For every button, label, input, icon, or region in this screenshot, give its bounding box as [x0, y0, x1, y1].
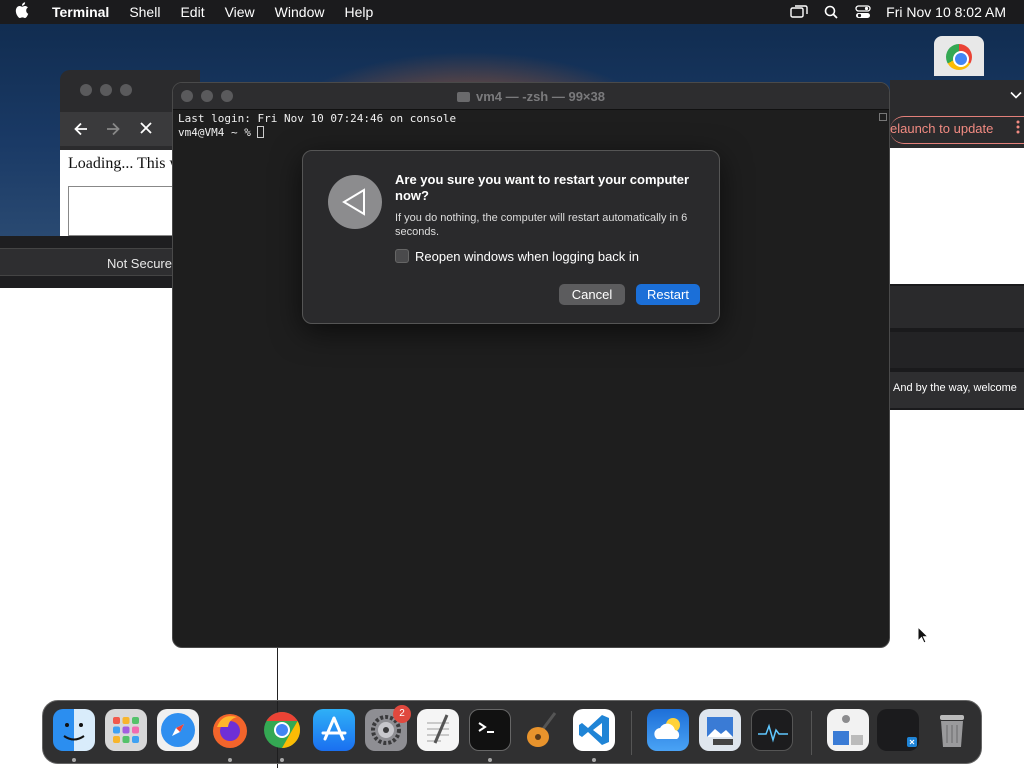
control-center-icon[interactable]: [854, 5, 872, 19]
relaunch-to-update-button[interactable]: elaunch to update: [890, 112, 1024, 148]
dialog-heading: Are you sure you want to restart your co…: [395, 172, 690, 203]
notification-badge: 2: [393, 705, 411, 723]
more-options-icon[interactable]: [1016, 120, 1020, 137]
apple-menu-icon[interactable]: [0, 2, 44, 22]
mouse-pointer-icon: [917, 625, 930, 649]
app-store-icon[interactable]: [313, 709, 355, 751]
safari-icon[interactable]: [157, 709, 199, 751]
preview-icon[interactable]: [699, 709, 741, 751]
restart-button[interactable]: Restart: [636, 284, 700, 305]
menu-window[interactable]: Window: [265, 0, 335, 24]
system-settings-icon[interactable]: 2: [365, 705, 411, 751]
chrome-icon[interactable]: [261, 709, 303, 751]
menu-clock[interactable]: Fri Nov 10 8:02 AM: [886, 4, 1006, 20]
dialog-message: If you do nothing, the computer will res…: [395, 212, 688, 238]
loading-text: Loading... This w: [68, 155, 182, 172]
menu-app-name[interactable]: Terminal: [44, 0, 119, 24]
screen-mirroring-icon[interactable]: [790, 5, 808, 19]
browser-traffic-lights: [80, 84, 132, 96]
menu-help[interactable]: Help: [334, 0, 383, 24]
restart-arrow-icon: [328, 175, 382, 229]
garageband-icon[interactable]: [521, 709, 563, 751]
launchpad-icon[interactable]: [105, 709, 147, 751]
restart-dialog: Are you sure you want to restart your co…: [302, 150, 720, 324]
folder-icon: [457, 92, 470, 102]
welcome-text: And by the way, welcome: [893, 382, 1017, 394]
tab-search-chevron-icon[interactable]: [1010, 86, 1022, 102]
recent-window-icon[interactable]: [877, 709, 919, 751]
menu-view[interactable]: View: [215, 0, 265, 24]
menu-shell[interactable]: Shell: [119, 0, 170, 24]
firefox-icon[interactable]: [209, 709, 251, 751]
stop-loading-icon[interactable]: [138, 120, 154, 141]
chrome-window-icon: [934, 36, 984, 76]
terminal-icon[interactable]: [469, 709, 511, 751]
terminal-prompt[interactable]: vm4@VM4 ~ %: [178, 126, 265, 139]
scroll-indicator[interactable]: [879, 113, 887, 121]
relaunch-label: elaunch to update: [890, 121, 994, 136]
activity-monitor-icon[interactable]: [751, 709, 793, 751]
forward-arrow-icon[interactable]: [104, 120, 122, 143]
address-bar-row: Not Secure: [0, 236, 172, 288]
terminal-titlebar[interactable]: vm4 — -zsh — 99×38: [173, 83, 889, 110]
weather-icon[interactable]: [647, 709, 689, 751]
text-cursor: [257, 126, 265, 138]
chrome-tab-strip: [890, 80, 1024, 112]
finder-icon[interactable]: [53, 709, 95, 751]
dock: 2: [42, 700, 982, 764]
browser-page-area: [0, 288, 172, 708]
vscode-icon[interactable]: [573, 709, 615, 751]
trash-icon[interactable]: [931, 709, 973, 751]
terminal-line-login: Last login: Fri Nov 10 07:24:46 on conso…: [178, 112, 457, 125]
downloads-stack-icon[interactable]: [827, 709, 869, 751]
spotlight-search-icon[interactable]: [822, 5, 840, 19]
menu-bar: Terminal Shell Edit View Window Help Fri…: [0, 0, 1024, 24]
menu-edit[interactable]: Edit: [170, 0, 214, 24]
back-arrow-icon[interactable]: [72, 120, 90, 143]
reopen-windows-label[interactable]: Reopen windows when logging back in: [415, 249, 639, 264]
textedit-icon[interactable]: [417, 709, 459, 751]
terminal-title: vm4 — -zsh — 99×38: [173, 89, 889, 104]
chrome-page-area: [890, 148, 1024, 282]
reopen-windows-checkbox[interactable]: [395, 249, 409, 263]
chrome-dark-panel: And by the way, welcome: [890, 284, 1024, 410]
cancel-button[interactable]: Cancel: [559, 284, 625, 305]
not-secure-label[interactable]: Not Secure: [107, 256, 172, 271]
